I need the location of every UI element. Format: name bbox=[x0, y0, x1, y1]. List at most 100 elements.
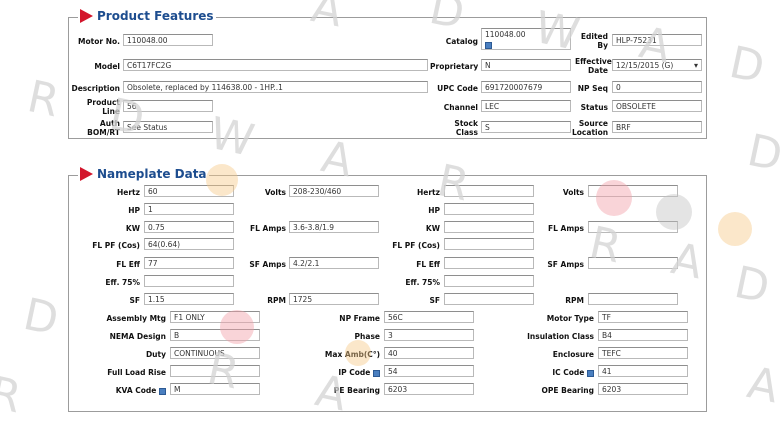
kw2-label: KW bbox=[425, 224, 440, 233]
fl-amps-field[interactable]: 3.6-3.8/1.9 bbox=[289, 221, 379, 233]
source-location-field[interactable]: BRF bbox=[612, 121, 702, 133]
rpm2-field[interactable] bbox=[588, 293, 678, 305]
description-field[interactable]: Obsolete, replaced by 114638.00 - 1HP..1 bbox=[123, 81, 428, 93]
kva-code-label: KVA Code bbox=[96, 386, 166, 395]
proprietary-field[interactable]: N bbox=[481, 59, 571, 71]
ip-code-field[interactable]: 54 bbox=[384, 365, 474, 377]
sf2-field[interactable] bbox=[444, 293, 534, 305]
calendar-icon[interactable] bbox=[159, 387, 166, 395]
model-label: Model bbox=[94, 62, 120, 71]
full-load-rise-field[interactable] bbox=[170, 365, 260, 377]
ope-bearing-label: OPE Bearing bbox=[541, 386, 594, 395]
sf-field[interactable]: 1.15 bbox=[144, 293, 234, 305]
auth-bom-field[interactable]: See Status bbox=[123, 121, 213, 133]
motor-no-field[interactable]: 110048.00 bbox=[123, 34, 213, 46]
volts2-label: Volts bbox=[562, 188, 584, 197]
rpm2-label: RPM bbox=[565, 296, 584, 305]
proprietary-label: Proprietary bbox=[430, 62, 479, 71]
np-seq-field[interactable]: 0 bbox=[612, 81, 702, 93]
assembly-mtg-field[interactable]: F1 ONLY bbox=[170, 311, 260, 323]
sf-label: SF bbox=[129, 296, 140, 305]
edited-by-field[interactable]: HLP-75231 bbox=[612, 34, 702, 46]
status-field[interactable]: OBSOLETE bbox=[612, 100, 702, 112]
enclosure-label: Enclosure bbox=[552, 350, 594, 359]
eff75-2-field[interactable] bbox=[444, 275, 534, 287]
hp-label: HP bbox=[128, 206, 140, 215]
phase-field[interactable]: 3 bbox=[384, 329, 474, 341]
kva-code-field[interactable]: M bbox=[170, 383, 260, 395]
fl-eff-label: FL Eff bbox=[116, 260, 140, 269]
ope-bearing-field[interactable]: 6203 bbox=[598, 383, 688, 395]
stock-class-field[interactable]: S bbox=[481, 121, 571, 133]
hertz-label: Hertz bbox=[116, 188, 140, 197]
kw-field[interactable]: 0.75 bbox=[144, 221, 234, 233]
fl-eff-field[interactable]: 77 bbox=[144, 257, 234, 269]
section-title: Product Features bbox=[97, 9, 214, 23]
calendar-icon[interactable] bbox=[373, 369, 380, 377]
duty-field[interactable]: CONTINUOUS bbox=[170, 347, 260, 359]
catalog-label: Catalog bbox=[445, 37, 478, 46]
effective-date-label: Effective Date bbox=[575, 57, 612, 75]
motor-type-field[interactable]: TF bbox=[598, 311, 688, 323]
hertz2-field[interactable] bbox=[444, 185, 534, 197]
fl-pf2-label: FL PF (Cos) bbox=[392, 241, 440, 250]
rpm-label: RPM bbox=[267, 296, 286, 305]
fl-amps2-field[interactable] bbox=[588, 221, 678, 233]
volts-field[interactable]: 208-230/460 bbox=[289, 185, 379, 197]
hp2-field[interactable] bbox=[444, 203, 534, 215]
hertz-field[interactable]: 60 bbox=[144, 185, 234, 197]
volts2-field[interactable] bbox=[588, 185, 678, 197]
enclosure-field[interactable]: TEFC bbox=[598, 347, 688, 359]
nema-design-label: NEMA Design bbox=[109, 332, 166, 341]
catalog-field[interactable]: 110048.00 bbox=[481, 28, 571, 50]
pe-bearing-label: PE Bearing bbox=[333, 386, 380, 395]
watermark-letter: D bbox=[743, 124, 780, 183]
watermark-letter: D bbox=[730, 256, 776, 315]
chevron-down-icon[interactable]: ▾ bbox=[694, 60, 698, 70]
model-field[interactable]: C6T17FC2G bbox=[123, 59, 428, 71]
np-frame-field[interactable]: 56C bbox=[384, 311, 474, 323]
catalog-value: 110048.00 bbox=[485, 30, 526, 39]
sf-amps2-label: SF Amps bbox=[547, 260, 584, 269]
product-features-legend: Product Features bbox=[78, 9, 216, 23]
fl-pf2-field[interactable] bbox=[444, 238, 534, 250]
sf-amps2-field[interactable] bbox=[588, 257, 678, 269]
effective-date-select[interactable]: 12/15/2015 (G) ▾ bbox=[612, 59, 702, 71]
channel-field[interactable]: LEC bbox=[481, 100, 571, 112]
watermark-letter: D bbox=[19, 288, 65, 347]
fl-pf-label: FL PF (Cos) bbox=[92, 241, 140, 250]
calendar-icon[interactable] bbox=[587, 369, 594, 377]
upc-label: UPC Code bbox=[437, 84, 478, 93]
sf-amps-field[interactable]: 4.2/2.1 bbox=[289, 257, 379, 269]
kw2-field[interactable] bbox=[444, 221, 534, 233]
insulation-class-label: Insulation Class bbox=[527, 332, 594, 341]
hp-field[interactable]: 1 bbox=[144, 203, 234, 215]
product-line-field[interactable]: 56 bbox=[123, 100, 213, 112]
channel-label: Channel bbox=[443, 103, 478, 112]
description-label: Description bbox=[71, 84, 120, 93]
effective-date-value: 12/15/2015 (G) bbox=[616, 61, 674, 70]
watermark-letter: A bbox=[743, 357, 780, 414]
section-title: Nameplate Data bbox=[97, 167, 207, 181]
insulation-class-field[interactable]: B4 bbox=[598, 329, 688, 341]
watermark-letter: D bbox=[725, 36, 771, 95]
nema-design-field[interactable]: B bbox=[170, 329, 260, 341]
ic-code-field[interactable]: 41 bbox=[598, 365, 688, 377]
source-location-label: Source Location bbox=[572, 119, 609, 137]
watermark-dot bbox=[718, 212, 752, 246]
rpm-field[interactable]: 1725 bbox=[289, 293, 379, 305]
calendar-icon[interactable] bbox=[485, 41, 492, 49]
fl-eff2-label: FL Eff bbox=[416, 260, 440, 269]
np-seq-label: NP Seq bbox=[577, 84, 608, 93]
max-amb-field[interactable]: 40 bbox=[384, 347, 474, 359]
hp2-label: HP bbox=[428, 206, 440, 215]
upc-field[interactable]: 691720007679 bbox=[481, 81, 571, 93]
fl-eff2-field[interactable] bbox=[444, 257, 534, 269]
pe-bearing-field[interactable]: 6203 bbox=[384, 383, 474, 395]
fl-pf-field[interactable]: 64(0.64) bbox=[144, 238, 234, 250]
volts-label: Volts bbox=[264, 188, 286, 197]
ic-code-label-text: IC Code bbox=[552, 368, 585, 377]
eff75-field[interactable] bbox=[144, 275, 234, 287]
phase-label: Phase bbox=[354, 332, 380, 341]
ip-code-label: IP Code bbox=[310, 368, 380, 377]
